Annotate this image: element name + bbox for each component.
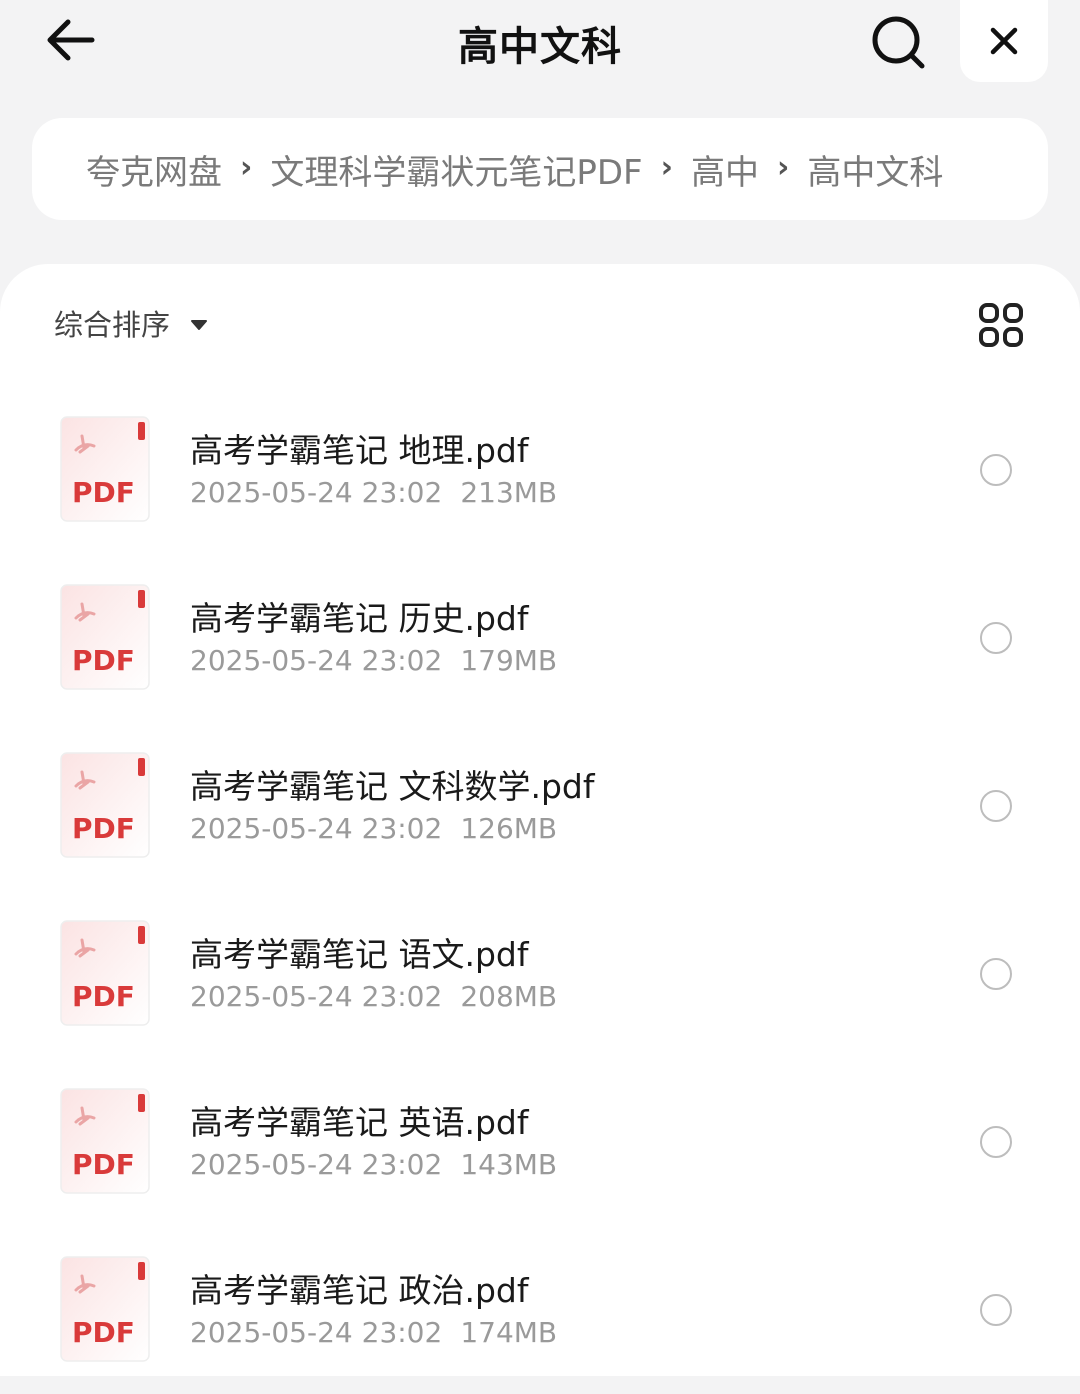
file-size: 208MB <box>460 980 558 1013</box>
close-button[interactable] <box>960 0 1048 82</box>
file-row[interactable]: PDF 高考学霸笔记 历史.pdf 2025-05-24 23:02 179MB <box>0 554 1080 722</box>
file-meta: 2025-05-24 23:02 179MB <box>190 644 557 677</box>
breadcrumb: 夸克网盘 › 文理科学霸状元笔记PDF › 高中 › 高中文科 <box>32 118 1048 220</box>
pdf-type-label: PDF <box>72 812 135 845</box>
file-size: 174MB <box>460 1316 558 1349</box>
breadcrumb-item-root[interactable]: 夸克网盘 <box>86 145 222 194</box>
sort-label: 综合排序 <box>54 308 171 342</box>
file-size: 126MB <box>460 812 558 845</box>
file-size: 213MB <box>460 476 558 509</box>
file-row[interactable]: PDF 高考学霸笔记 地理.pdf 2025-05-24 23:02 213MB <box>0 386 1080 554</box>
file-row[interactable]: PDF 高考学霸笔记 文科数学.pdf 2025-05-24 23:02 126M… <box>0 722 1080 890</box>
file-name: 高考学霸笔记 政治.pdf <box>190 1271 529 1310</box>
caret-down-icon <box>191 320 208 330</box>
breadcrumb-item-folder[interactable]: 文理科学霸状元笔记PDF <box>270 145 642 194</box>
file-date: 2025-05-24 23:02 <box>190 476 443 509</box>
pdf-type-label: PDF <box>72 644 135 677</box>
file-date: 2025-05-24 23:02 <box>190 1148 443 1181</box>
select-radio[interactable] <box>980 454 1012 486</box>
file-date: 2025-05-24 23:02 <box>190 980 443 1013</box>
pdf-file-icon: PDF <box>60 752 150 858</box>
file-size: 143MB <box>460 1148 558 1181</box>
select-radio[interactable] <box>980 1294 1012 1326</box>
pdf-file-icon: PDF <box>60 416 150 522</box>
file-size: 179MB <box>460 644 558 677</box>
pdf-type-label: PDF <box>72 1148 135 1181</box>
file-meta: 2025-05-24 23:02 143MB <box>190 1148 557 1181</box>
pdf-file-icon: PDF <box>60 920 150 1026</box>
file-name: 高考学霸笔记 语文.pdf <box>190 935 529 974</box>
file-list: PDF 高考学霸笔记 地理.pdf 2025-05-24 23:02 213MB … <box>0 386 1080 1394</box>
file-meta: 2025-05-24 23:02 126MB <box>190 812 557 845</box>
breadcrumb-separator: › <box>777 149 790 185</box>
breadcrumb-item-current[interactable]: 高中文科 <box>807 145 943 194</box>
search-button[interactable] <box>866 12 930 72</box>
select-radio[interactable] <box>980 622 1012 654</box>
breadcrumb-separator: › <box>660 149 673 185</box>
file-name: 高考学霸笔记 地理.pdf <box>190 431 529 470</box>
file-meta: 2025-05-24 23:02 213MB <box>190 476 557 509</box>
file-meta: 2025-05-24 23:02 208MB <box>190 980 557 1013</box>
top-bar: 高中文科 <box>0 0 1080 90</box>
file-name: 高考学霸笔记 文科数学.pdf <box>190 767 595 806</box>
pdf-file-icon: PDF <box>60 1088 150 1194</box>
file-panel: 综合排序 PDF 高考学霸笔记 地理.pdf 2025-05-24 23:02 2… <box>0 264 1080 1376</box>
file-date: 2025-05-24 23:02 <box>190 812 443 845</box>
file-name: 高考学霸笔记 英语.pdf <box>190 1103 529 1142</box>
file-date: 2025-05-24 23:02 <box>190 644 443 677</box>
grid-view-icon[interactable] <box>978 302 1024 348</box>
select-radio[interactable] <box>980 958 1012 990</box>
file-meta: 2025-05-24 23:02 174MB <box>190 1316 557 1349</box>
search-icon <box>872 16 925 69</box>
pdf-type-label: PDF <box>72 1316 135 1349</box>
select-radio[interactable] <box>980 790 1012 822</box>
pdf-file-icon: PDF <box>60 1256 150 1362</box>
file-row[interactable]: PDF 高考学霸笔记 英语.pdf 2025-05-24 23:02 143MB <box>0 1058 1080 1226</box>
file-row[interactable]: PDF 高考学霸笔记 语文.pdf 2025-05-24 23:02 208MB <box>0 890 1080 1058</box>
file-date: 2025-05-24 23:02 <box>190 1316 443 1349</box>
close-icon <box>990 27 1018 55</box>
breadcrumb-separator: › <box>240 149 253 185</box>
breadcrumb-item-subfolder[interactable]: 高中 <box>691 145 759 194</box>
pdf-type-label: PDF <box>72 980 135 1013</box>
pdf-file-icon: PDF <box>60 584 150 690</box>
file-name: 高考学霸笔记 历史.pdf <box>190 599 529 638</box>
pdf-type-label: PDF <box>72 476 135 509</box>
file-row[interactable]: PDF 高考学霸笔记 政治.pdf 2025-05-24 23:02 174MB <box>0 1226 1080 1394</box>
select-radio[interactable] <box>980 1126 1012 1158</box>
sort-dropdown[interactable]: 综合排序 <box>54 302 208 344</box>
